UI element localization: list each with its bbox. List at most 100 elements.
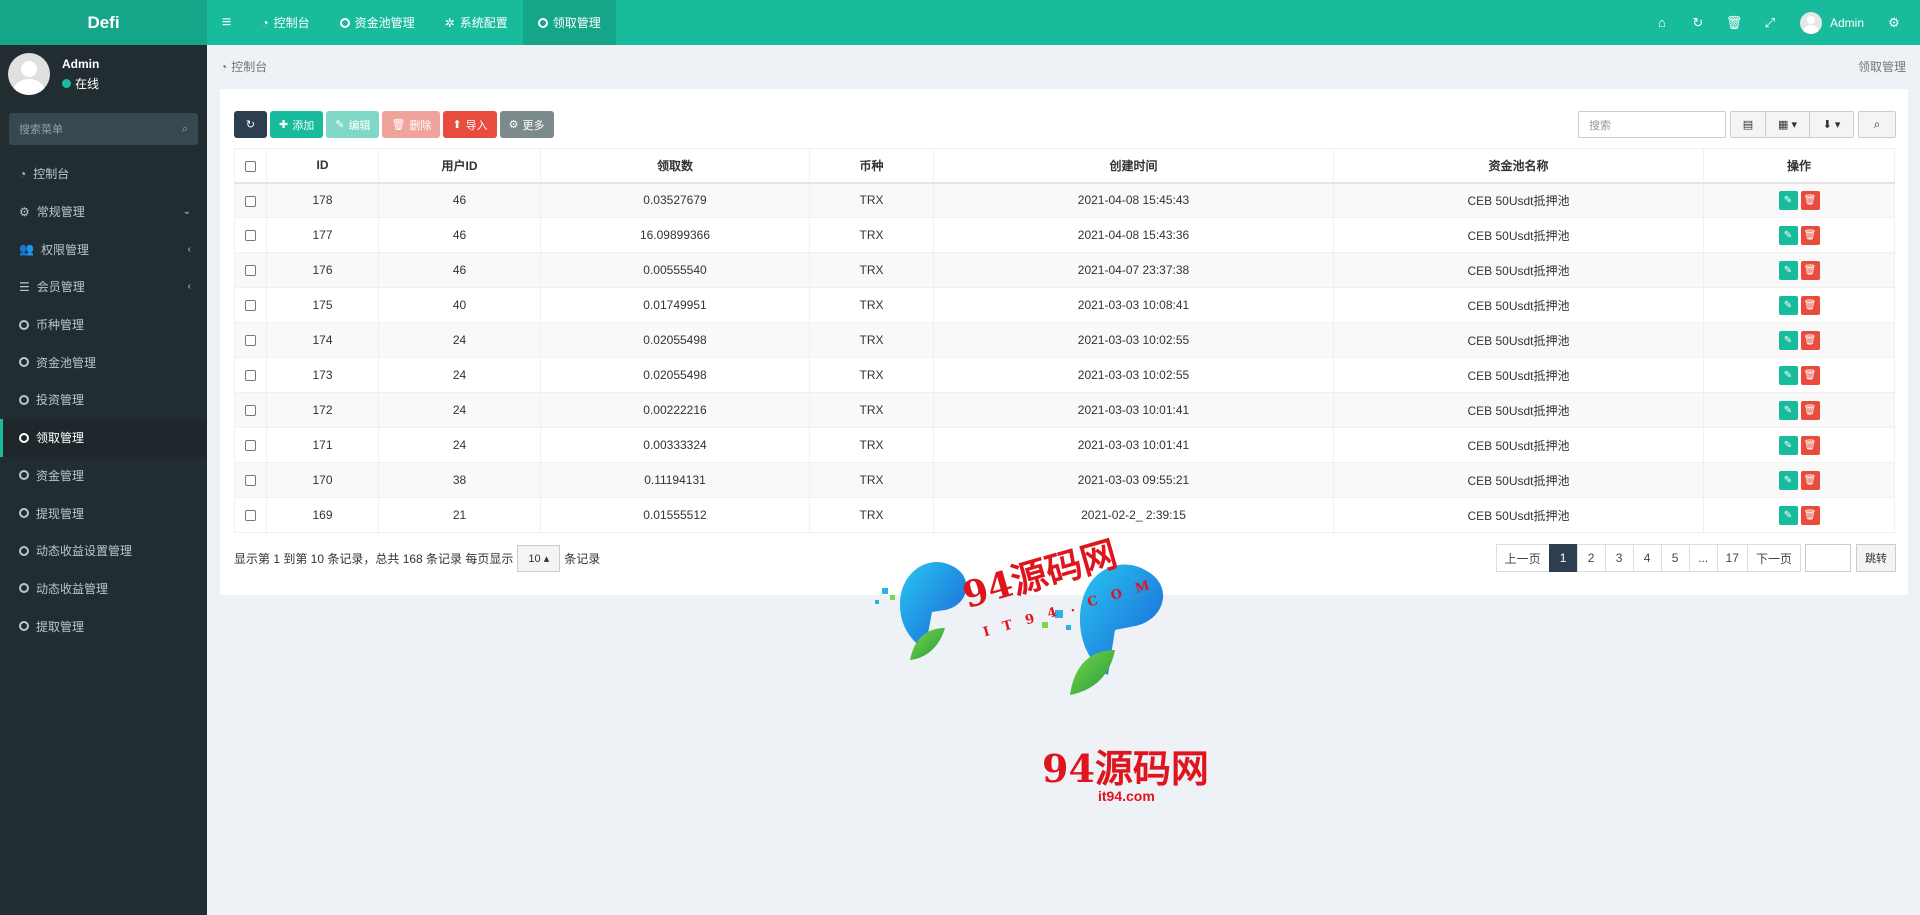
row-select-cell[interactable] [234,497,267,533]
home-icon[interactable]: ⌂ [1644,15,1680,30]
table-row[interactable]: 176 46 0.00555540 TRX 2021-04-07 23:37:38 CEB… [234,252,1895,288]
next-page-button[interactable]: 下一页 [1746,544,1801,572]
edit-icon[interactable]: ✎ [1778,225,1798,245]
menu-search-input[interactable]: 搜索菜单 ⌕ [9,113,198,145]
app-logo[interactable]: Defi [0,0,207,45]
page-size-select[interactable]: 10 ▴ [517,545,561,572]
delete-icon[interactable]: 🗑 [1800,225,1820,245]
table-row[interactable]: 170 38 0.11194131 TRX 2021-03-03 09:55:21 CEB… [234,462,1895,498]
page-4-button[interactable]: 4 [1632,544,1662,572]
export-button[interactable]: ⬇ ▾ [1809,112,1853,137]
edit-icon[interactable]: ✎ [1778,470,1798,490]
delete-icon[interactable]: 🗑 [1800,295,1820,315]
column-header[interactable]: 创建时间 [933,148,1334,184]
table-row[interactable]: 177 46 16.09899366 TRX 2021-04-08 15:43:36 CE… [234,217,1895,253]
sidebar-item-withdraw[interactable]: 提现管理 [0,494,207,532]
delete-icon[interactable]: 🗑 [1800,470,1820,490]
row-select-cell[interactable] [234,182,267,218]
table-row[interactable]: 171 24 0.00333324 TRX 2021-03-03 10:01:41 CEB… [234,427,1895,463]
sidebar-item-permissions[interactable]: 👥 权限管理 ‹ [0,230,207,268]
delete-icon[interactable]: 🗑 [1800,435,1820,455]
jump-button[interactable]: 跳转 [1856,544,1896,572]
edit-icon[interactable]: ✎ [1778,435,1798,455]
tab-claim-management[interactable]: 领取管理 [522,0,616,45]
edit-icon[interactable]: ✎ [1778,330,1798,350]
column-header[interactable]: 币种 [809,148,934,184]
column-header[interactable]: 领取数 [540,148,810,184]
search-button[interactable]: ⌕ [1858,111,1896,138]
delete-icon[interactable]: 🗑 [1800,330,1820,350]
settings-icon[interactable]: ⚙ [1876,15,1912,31]
table-row[interactable]: 178 46 0.03527679 TRX 2021-04-08 15:45:43 CEB… [234,182,1895,218]
prev-page-button[interactable]: 上一页 [1495,544,1550,572]
table-row[interactable]: 173 24 0.02055498 TRX 2021-03-03 10:02:55 CEB… [234,357,1895,393]
sidebar-item-fund-pool[interactable]: 资金池管理 [0,343,207,381]
delete-icon[interactable]: 🗑 [1800,505,1820,525]
delete-icon[interactable]: 🗑 [1800,260,1820,280]
column-header[interactable]: 资金池名称 [1333,148,1704,184]
row-select-cell[interactable] [234,462,267,498]
add-button[interactable]: ✚ 添加 [270,111,324,138]
sidebar-item-dashboard[interactable]: ◔ 控制台 [0,155,207,193]
edit-icon[interactable]: ✎ [1778,295,1798,315]
edit-icon[interactable]: ✎ [1778,400,1798,420]
sidebar-item-dynamic-settings[interactable]: 动态收益设置管理 [0,532,207,570]
delete-icon[interactable]: 🗑 [1800,365,1820,385]
row-select-cell[interactable] [234,322,267,358]
sidebar-item-members[interactable]: ☰ 会员管理 ‹ [0,268,207,306]
refresh-button[interactable]: ↻ [234,111,267,138]
delete-icon[interactable]: 🗑 [1800,190,1820,210]
edit-icon[interactable]: ✎ [1778,505,1798,525]
trash-icon[interactable]: 🗑 [1716,15,1752,31]
page-17-button[interactable]: 17 [1716,544,1748,572]
more-button[interactable]: ⚙ 更多 [499,111,554,138]
columns-button[interactable]: ▦ ▾ [1765,112,1809,137]
row-checkbox[interactable] [245,300,256,312]
row-checkbox[interactable] [245,405,256,417]
edit-icon[interactable]: ✎ [1778,260,1798,280]
jump-page-input[interactable] [1805,544,1851,572]
refresh-icon[interactable]: ↻ [1680,15,1716,31]
row-checkbox[interactable] [245,475,256,487]
table-search-input[interactable]: 搜索 [1578,111,1726,138]
sidebar-item-dynamic-income[interactable]: 动态收益管理 [0,570,207,608]
breadcrumb-home[interactable]: 控制台 [231,58,267,75]
column-header[interactable]: ID [266,148,379,184]
table-row[interactable]: 174 24 0.02055498 TRX 2021-03-03 10:02:55 CEB… [234,322,1895,358]
row-checkbox[interactable] [245,510,256,522]
sidebar-item-extract[interactable]: 提取管理 [0,607,207,645]
select-all-checkbox[interactable] [245,160,256,172]
row-checkbox[interactable] [245,440,256,452]
column-header[interactable]: 用户ID [378,148,541,184]
fullscreen-icon[interactable]: ⤢ [1752,15,1788,31]
delete-button[interactable]: 🗑 删除 [382,111,441,138]
edit-icon[interactable]: ✎ [1778,365,1798,385]
row-checkbox[interactable] [245,195,256,207]
row-select-cell[interactable] [234,217,267,253]
row-select-cell[interactable] [234,287,267,323]
select-all-cell[interactable] [234,148,267,184]
row-checkbox[interactable] [245,370,256,382]
row-checkbox[interactable] [245,265,256,277]
table-row[interactable]: 175 40 0.01749951 TRX 2021-03-03 10:08:41 CEB… [234,287,1895,323]
tab-dashboard[interactable]: ◔ 控制台 [246,0,324,45]
sidebar-item-investment[interactable]: 投资管理 [0,381,207,419]
page-2-button[interactable]: 2 [1576,544,1606,572]
row-select-cell[interactable] [234,392,267,428]
edit-icon[interactable]: ✎ [1778,190,1798,210]
page-5-button[interactable]: 5 [1660,544,1690,572]
sidebar-toggle-button[interactable]: ≡ [207,0,246,45]
table-row[interactable]: 172 24 0.00222216 TRX 2021-03-03 10:01:41 CEB… [234,392,1895,428]
sidebar-item-claim[interactable]: 领取管理 [0,418,207,457]
import-button[interactable]: ⬆ 导入 [443,111,497,138]
user-menu[interactable]: Admin [1788,11,1876,34]
row-select-cell[interactable] [234,427,267,463]
tab-fund-pool[interactable]: 资金池管理 [325,0,430,45]
sidebar-item-general[interactable]: ⚙ 常规管理 ⌄ [0,193,207,231]
toggle-view-button[interactable]: ▤ [1731,112,1765,137]
edit-button[interactable]: ✎ 编辑 [326,111,380,138]
tab-system-config[interactable]: ✲ 系统配置 [430,0,523,45]
row-checkbox[interactable] [245,335,256,347]
delete-icon[interactable]: 🗑 [1800,400,1820,420]
sidebar-item-currency[interactable]: 币种管理 [0,306,207,344]
